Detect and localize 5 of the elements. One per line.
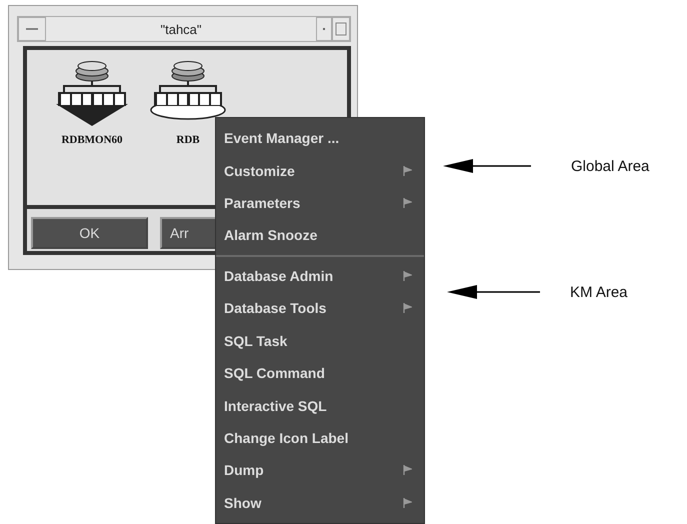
callout-label: KM Area — [570, 284, 628, 300]
icon-label: RDB — [176, 134, 200, 146]
window-title: "tahca" — [159, 22, 203, 36]
callout-label: Global Area — [571, 158, 650, 174]
icon-label: RDBMON60 — [61, 134, 123, 146]
